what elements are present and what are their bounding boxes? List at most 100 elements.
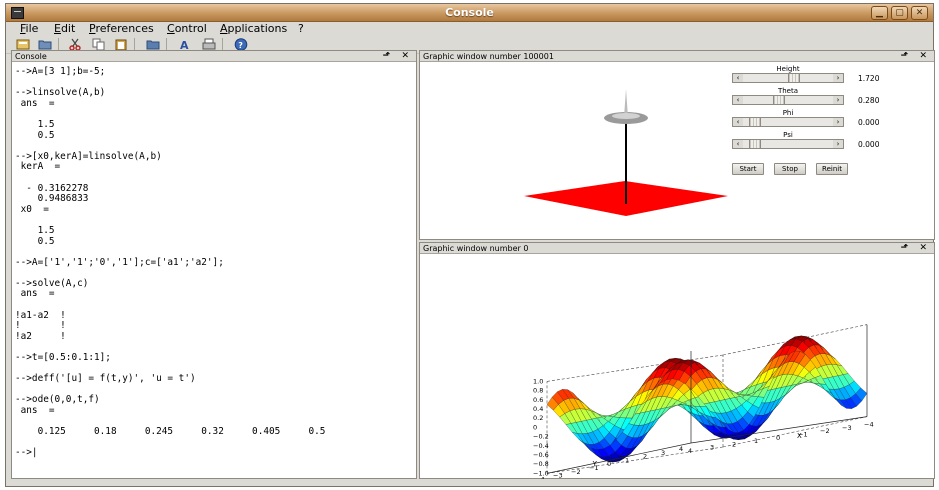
console-line: -->|	[15, 447, 38, 459]
console-line: ans =	[15, 97, 55, 109]
z-tick-label: −0.8	[533, 460, 549, 468]
y-axis-label: Y	[592, 460, 598, 468]
console-line: -->ode(0,0,t,f)	[15, 394, 100, 406]
slider-thumb[interactable]	[749, 118, 762, 126]
slider-value-psi: 0.000	[858, 140, 880, 149]
console-output[interactable]: -->A=[3 1];b=-5; -->linsolve(A,b) ans = 1…	[15, 66, 413, 459]
surface-mesh	[546, 335, 868, 463]
top-3d-scene	[524, 89, 728, 216]
console-line: -->A=[3 1];b=-5;	[15, 66, 106, 77]
panel-undock-close-icons[interactable]: ⬏ ✕	[383, 51, 413, 62]
z-tick-label: 0.2	[533, 414, 543, 422]
slider-thumb[interactable]	[772, 96, 785, 104]
graphic-window-0-header: Graphic window number 0 ⬏ ✕	[420, 243, 934, 254]
slider-value-theta: 0.280	[858, 96, 880, 105]
z-tick-label: 0	[533, 423, 537, 431]
menu-bar: File Edit Preferences Control Applicatio…	[6, 22, 933, 36]
z-tick-label: 0.4	[533, 405, 543, 413]
y-tick-label: −3	[553, 472, 563, 479]
console-line: -->deff('[u] = f(t,y)', 'u = t')	[15, 373, 196, 385]
slider-psi[interactable]: ‹ ›	[732, 139, 844, 149]
console-line: !a2 !	[15, 330, 66, 342]
graphic-window-0: Graphic window number 0 ⬏ ✕ 1.0 0.8 0.6 0.4…	[419, 242, 935, 479]
x-tick-label: 2	[732, 440, 736, 448]
console-line: -->A=['1','1';'0','1'];c=['a1';'a2'];	[15, 256, 224, 268]
close-button[interactable]: ✕	[911, 6, 928, 20]
menu-applications[interactable]: Applications	[220, 22, 287, 36]
z-tick-label: 0.8	[533, 387, 543, 395]
slider-value-height: 1.720	[858, 74, 880, 83]
reinit-button[interactable]: Reinit	[816, 163, 848, 175]
y-tick-label: −4	[535, 475, 545, 479]
console-line: 0.5	[15, 235, 55, 247]
x-tick-label: −3	[842, 424, 852, 432]
console-panel[interactable]: Console ⬏ ✕ -->A=[3 1];b=-5; -->linsolve(…	[11, 50, 417, 479]
slider-left-arrow-icon[interactable]: ‹	[733, 74, 743, 82]
graphic-window-100001-title: Graphic window number 100001	[423, 52, 554, 61]
start-button[interactable]: Start	[732, 163, 764, 175]
graphic-window-100001-header: Graphic window number 100001 ⬏ ✕	[420, 51, 934, 62]
console-line: 0.125 0.18 0.245 0.32 0.405 0.5	[15, 426, 326, 438]
menu-preferences[interactable]: Preferences	[89, 22, 154, 36]
x-tick-label: 1	[754, 437, 758, 445]
window-title: Console	[445, 6, 494, 19]
console-line: ans =	[15, 405, 55, 416]
y-tick-label: 0	[607, 460, 611, 468]
slider-phi[interactable]: ‹ ›	[732, 117, 844, 127]
console-line: 0.5	[15, 129, 55, 141]
slider-left-arrow-icon[interactable]: ‹	[733, 140, 743, 148]
menu-control[interactable]: Control	[167, 22, 207, 36]
minimize-button[interactable]: ▁	[871, 6, 888, 20]
panel-undock-close-icons[interactable]: ⬏ ✕	[901, 51, 931, 62]
slider-right-arrow-icon[interactable]: ›	[833, 96, 843, 104]
z-tick-label: 0.6	[533, 396, 543, 404]
x-tick-label: −4	[864, 421, 874, 429]
maximize-button[interactable]: ▢	[891, 6, 908, 20]
slider-right-arrow-icon[interactable]: ›	[833, 118, 843, 126]
slider-thumb[interactable]	[749, 140, 762, 148]
graphic-window-100001: Graphic window number 100001 ⬏ ✕ Start S…	[419, 50, 935, 240]
console-line: kerA =	[15, 161, 61, 173]
graphic-window-0-title: Graphic window number 0	[423, 244, 529, 253]
slider-right-arrow-icon[interactable]: ›	[833, 140, 843, 148]
slider-thumb[interactable]	[788, 74, 801, 82]
slider-height[interactable]: ‹ ›	[732, 73, 844, 83]
z-tick-label: −0.2	[533, 433, 549, 441]
x-tick-label: −2	[820, 427, 830, 435]
stop-button[interactable]: Stop	[774, 163, 806, 175]
menu-help[interactable]: ?	[298, 22, 304, 36]
slider-value-phi: 0.000	[858, 118, 880, 127]
z-tick-label: −0.6	[533, 451, 549, 459]
slider-left-arrow-icon[interactable]: ‹	[733, 118, 743, 126]
console-line: ans =	[15, 288, 55, 300]
y-tick-label: 1	[625, 456, 629, 464]
console-line: 1.5	[15, 118, 55, 130]
console-line: -->linsolve(A,b)	[15, 87, 106, 99]
console-line: !a1-a2 !	[15, 309, 66, 321]
y-tick-label: 4	[679, 445, 683, 453]
slider-left-arrow-icon[interactable]: ‹	[733, 96, 743, 104]
surface-plot: 1.00.80.60.40.20−0.2−0.4−0.6−0.8−1.0−4−3…	[533, 324, 874, 479]
top-disc-highlight	[612, 113, 640, 119]
panel-undock-close-icons[interactable]: ⬏ ✕	[901, 243, 931, 254]
slider-right-arrow-icon[interactable]: ›	[833, 74, 843, 82]
x-tick-label: 3	[710, 444, 714, 452]
console-line: 0.9486833	[15, 193, 89, 205]
slider-theta[interactable]: ‹ ›	[732, 95, 844, 105]
y-tick-label: 2	[643, 453, 647, 461]
console-line: -->t=[0.5:0.1:1];	[15, 352, 111, 364]
console-line: -->[x0,kerA]=linsolve(A,b)	[15, 150, 162, 162]
console-panel-header: Console ⬏ ✕	[12, 51, 416, 62]
console-line: x0 =	[15, 203, 49, 215]
x-tick-label: 4	[688, 447, 692, 455]
menu-edit[interactable]: Edit	[54, 22, 75, 36]
slider-label-phi: Phi	[782, 109, 794, 117]
console-line: -->solve(A,c)	[15, 277, 89, 289]
z-tick-label: −0.4	[533, 442, 549, 450]
title-bar[interactable]: Console ▁ ▢ ✕	[6, 4, 933, 22]
menu-file[interactable]: File	[20, 22, 38, 36]
y-tick-label: −2	[571, 468, 581, 476]
